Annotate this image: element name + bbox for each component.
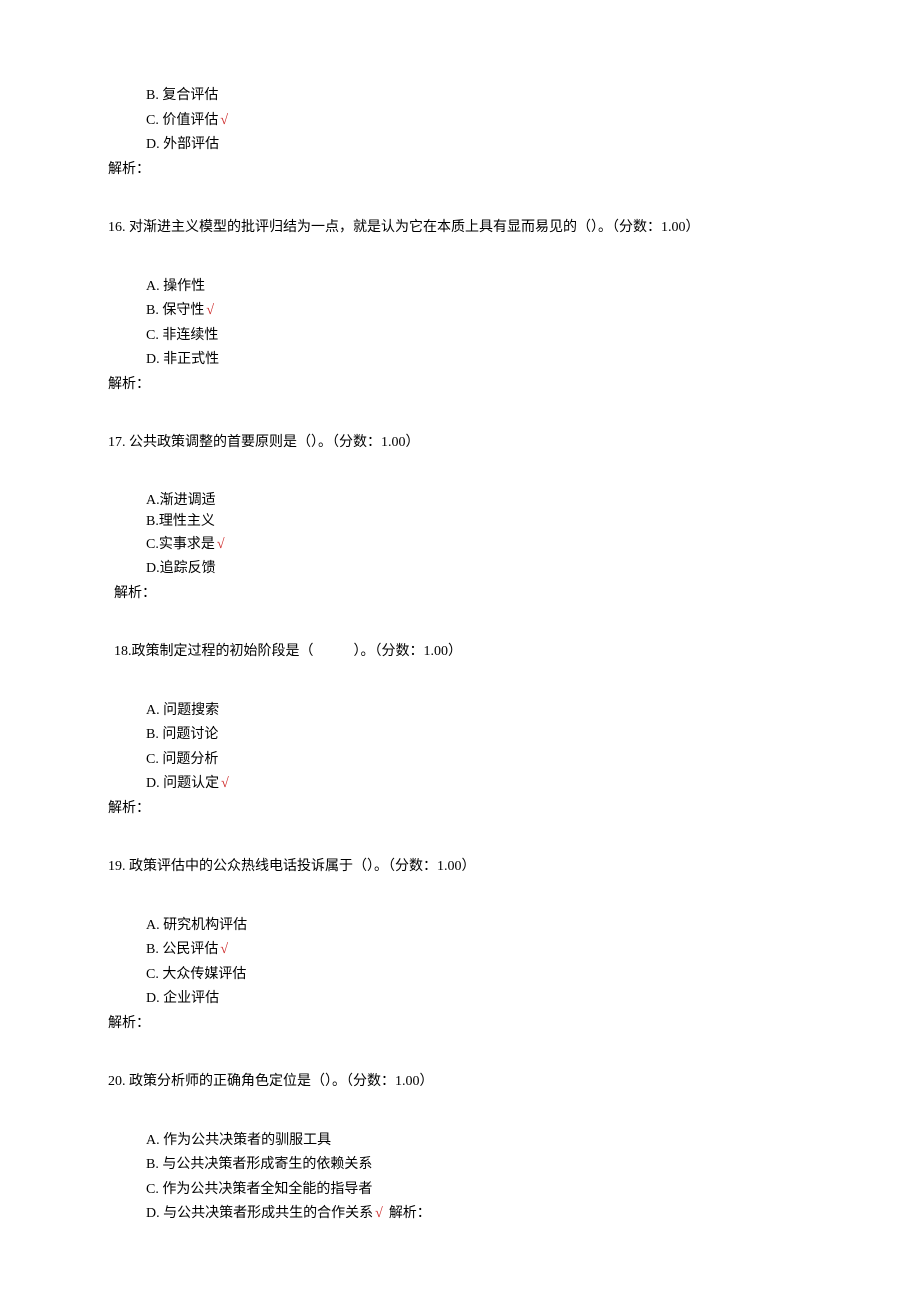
check-icon: √	[215, 537, 225, 552]
q18-option-D: D. 问题认定√	[108, 772, 812, 797]
option-text: 与公共决策者形成共生的合作关系	[163, 1206, 373, 1221]
option-label: A.	[146, 1133, 160, 1148]
check-icon: √	[373, 1206, 383, 1221]
q18-option-C: C. 问题分析	[108, 748, 812, 773]
option-text: 操作性	[163, 279, 205, 294]
analysis-label: 解析：	[108, 1012, 812, 1037]
option-label: A.	[146, 918, 160, 933]
q16-option-B: B. 保守性√	[108, 299, 812, 324]
analysis-label: 解析：	[108, 373, 812, 398]
q17-option-A: A.渐进调适	[108, 490, 812, 512]
option-text: 作为公共决策者全知全能的指导者	[162, 1182, 372, 1197]
option-label: C.	[146, 328, 159, 343]
q19-prompt: 19. 政策评估中的公众热线电话投诉属于（）。（分数：1.00）	[108, 855, 812, 880]
option-text: 问题认定	[163, 776, 219, 791]
option-text: 保守性	[162, 303, 204, 318]
q19-option-C: C. 大众传媒评估	[108, 963, 812, 988]
option-text: 企业评估	[163, 991, 219, 1006]
option-label: B.	[146, 303, 159, 318]
option-prev-D: D. 外部评估	[108, 133, 812, 158]
option-label: D.	[146, 137, 160, 152]
option-label: B.	[146, 88, 159, 103]
q19-option-B: B. 公民评估√	[108, 938, 812, 963]
option-text: 问题搜索	[163, 703, 219, 718]
option-text: 与公共决策者形成寄生的依赖关系	[162, 1157, 372, 1172]
analysis-label: 解析：	[108, 582, 812, 607]
option-label: C.	[146, 1182, 159, 1197]
option-text: 非正式性	[163, 352, 219, 367]
q18-prompt-part2: ）。（分数：1.00）	[354, 640, 463, 665]
option-label: B.	[146, 1157, 159, 1172]
option-label: A.	[146, 493, 160, 508]
q18-option-B: B. 问题讨论	[108, 723, 812, 748]
option-text: 研究机构评估	[163, 918, 247, 933]
analysis-label: 解析：	[108, 158, 812, 183]
analysis-label: 解析：	[108, 797, 812, 822]
option-label: C.	[146, 113, 159, 128]
option-label: D.	[146, 1206, 160, 1221]
option-text: 作为公共决策者的驯服工具	[163, 1133, 331, 1148]
q18-prompt: 18.政策制定过程的初始阶段是（ ）。（分数：1.00）	[108, 640, 812, 665]
q20-option-A: A. 作为公共决策者的驯服工具	[108, 1129, 812, 1154]
option-text: 价值评估	[162, 113, 218, 128]
option-label: B.	[146, 942, 159, 957]
check-icon: √	[219, 776, 229, 791]
option-label: C.	[146, 967, 159, 982]
q20-option-B: B. 与公共决策者形成寄生的依赖关系	[108, 1153, 812, 1178]
q16-option-D: D. 非正式性	[108, 348, 812, 373]
check-icon: √	[204, 303, 214, 318]
check-icon: √	[218, 942, 228, 957]
option-text: 复合评估	[162, 88, 218, 103]
check-icon: √	[218, 113, 228, 128]
option-text: 非连续性	[162, 328, 218, 343]
option-text: 实事求是	[159, 537, 215, 552]
option-text: 渐进调适	[160, 493, 216, 508]
option-text: 公民评估	[162, 942, 218, 957]
option-label: D.	[146, 561, 160, 576]
q17-option-B: B.理性主义	[108, 511, 812, 533]
q16-option-A: A. 操作性	[108, 275, 812, 300]
q19-option-A: A. 研究机构评估	[108, 914, 812, 939]
q16-option-C: C. 非连续性	[108, 324, 812, 349]
option-text: 大众传媒评估	[162, 967, 246, 982]
option-label: D.	[146, 991, 160, 1006]
option-prev-C: C. 价值评估√	[108, 109, 812, 134]
option-label: B.	[146, 514, 159, 529]
q19-option-D: D. 企业评估	[108, 987, 812, 1012]
option-label: B.	[146, 727, 159, 742]
q17-option-C: C.实事求是√	[108, 533, 812, 558]
option-label: A.	[146, 279, 160, 294]
option-text: 追踪反馈	[160, 561, 216, 576]
q20-option-C: C. 作为公共决策者全知全能的指导者	[108, 1178, 812, 1203]
q17-prompt: 17. 公共政策调整的首要原则是（）。（分数：1.00）	[108, 431, 812, 456]
option-text: 外部评估	[163, 137, 219, 152]
q20-prompt: 20. 政策分析师的正确角色定位是（）。（分数：1.00）	[108, 1070, 812, 1095]
option-prev-B: B. 复合评估	[108, 84, 812, 109]
option-text: 理性主义	[159, 514, 215, 529]
option-text: 问题分析	[162, 752, 218, 767]
option-label: C.	[146, 752, 159, 767]
option-label: D.	[146, 776, 160, 791]
q16-prompt: 16. 对渐进主义模型的批评归结为一点，就是认为它在本质上具有显而易见的（）。（…	[108, 216, 812, 241]
analysis-label-inline: 解析：	[383, 1206, 431, 1221]
q18-option-A: A. 问题搜索	[108, 699, 812, 724]
q18-prompt-part1: 18.政策制定过程的初始阶段是（	[114, 640, 314, 665]
q17-option-D: D.追踪反馈	[108, 557, 812, 582]
q20-option-D: D. 与公共决策者形成共生的合作关系√解析：	[108, 1202, 812, 1227]
option-label: A.	[146, 703, 160, 718]
option-label: C.	[146, 537, 159, 552]
option-label: D.	[146, 352, 160, 367]
option-text: 问题讨论	[162, 727, 218, 742]
